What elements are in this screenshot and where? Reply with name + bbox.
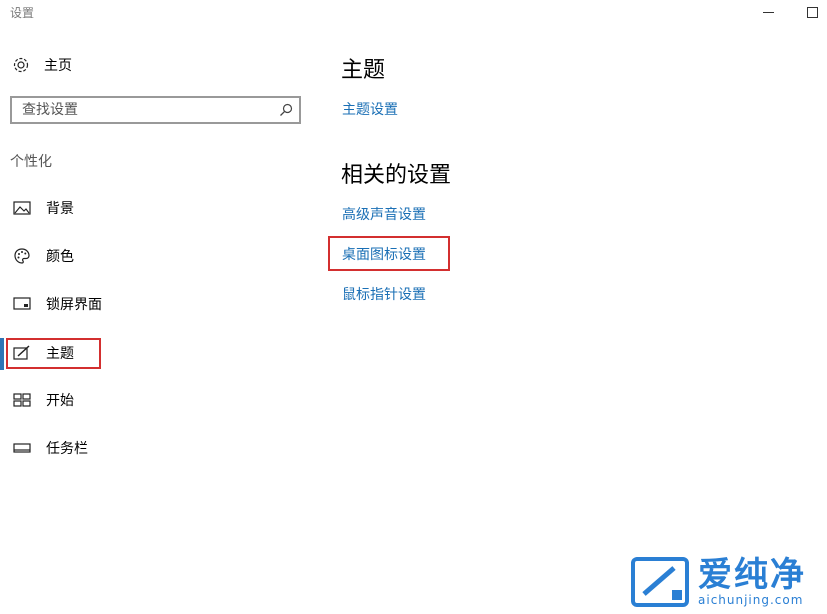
- sidebar-item-label: 任务栏: [46, 438, 88, 458]
- sidebar-item-colors[interactable]: 颜色: [0, 239, 300, 273]
- sidebar-item-label: 颜色: [46, 246, 74, 266]
- sidebar-item-label: 锁屏界面: [46, 294, 102, 314]
- mouse-pointer-settings-link[interactable]: 鼠标指针设置: [342, 284, 426, 304]
- minimize-button[interactable]: [753, 0, 783, 24]
- sidebar-item-lock-screen[interactable]: 锁屏界面: [0, 287, 300, 321]
- watermark-url: aichunjing.com: [698, 593, 806, 607]
- sidebar-item-label: 背景: [46, 198, 74, 218]
- palette-icon: [12, 246, 32, 266]
- sidebar-home-label: 主页: [44, 55, 72, 75]
- sidebar-item-start[interactable]: 开始: [0, 383, 300, 417]
- search-input[interactable]: [22, 102, 279, 118]
- lock-screen-icon: [12, 294, 32, 314]
- sidebar-item-taskbar[interactable]: 任务栏: [0, 431, 300, 465]
- sidebar-home[interactable]: 主页: [12, 54, 72, 76]
- advanced-sound-settings-link[interactable]: 高级声音设置: [342, 204, 426, 224]
- theme-settings-link[interactable]: 主题设置: [342, 99, 398, 119]
- maximize-button[interactable]: [797, 0, 827, 24]
- sidebar-item-label: 开始: [46, 390, 74, 410]
- window-title: 设置: [10, 4, 34, 21]
- gear-icon: [12, 56, 30, 74]
- watermark: 爱纯净 aichunjing.com: [630, 556, 806, 608]
- section-label-personalization: 个性化: [10, 151, 52, 171]
- highlight-box-desktop-icons: [328, 236, 450, 271]
- related-settings-heading: 相关的设置: [341, 157, 451, 189]
- image-icon: [12, 198, 32, 218]
- sidebar-item-background[interactable]: 背景: [0, 191, 300, 225]
- search-icon[interactable]: [279, 103, 293, 117]
- start-tiles-icon: [12, 390, 32, 410]
- page-title: 主题: [341, 52, 385, 84]
- watermark-logo-icon: [630, 556, 690, 608]
- taskbar-icon: [12, 438, 32, 458]
- search-box[interactable]: [10, 96, 301, 124]
- maximize-icon: [807, 7, 818, 18]
- watermark-brand: 爱纯净: [698, 557, 806, 593]
- minimize-icon: [763, 12, 774, 13]
- highlight-box-themes: [6, 338, 101, 369]
